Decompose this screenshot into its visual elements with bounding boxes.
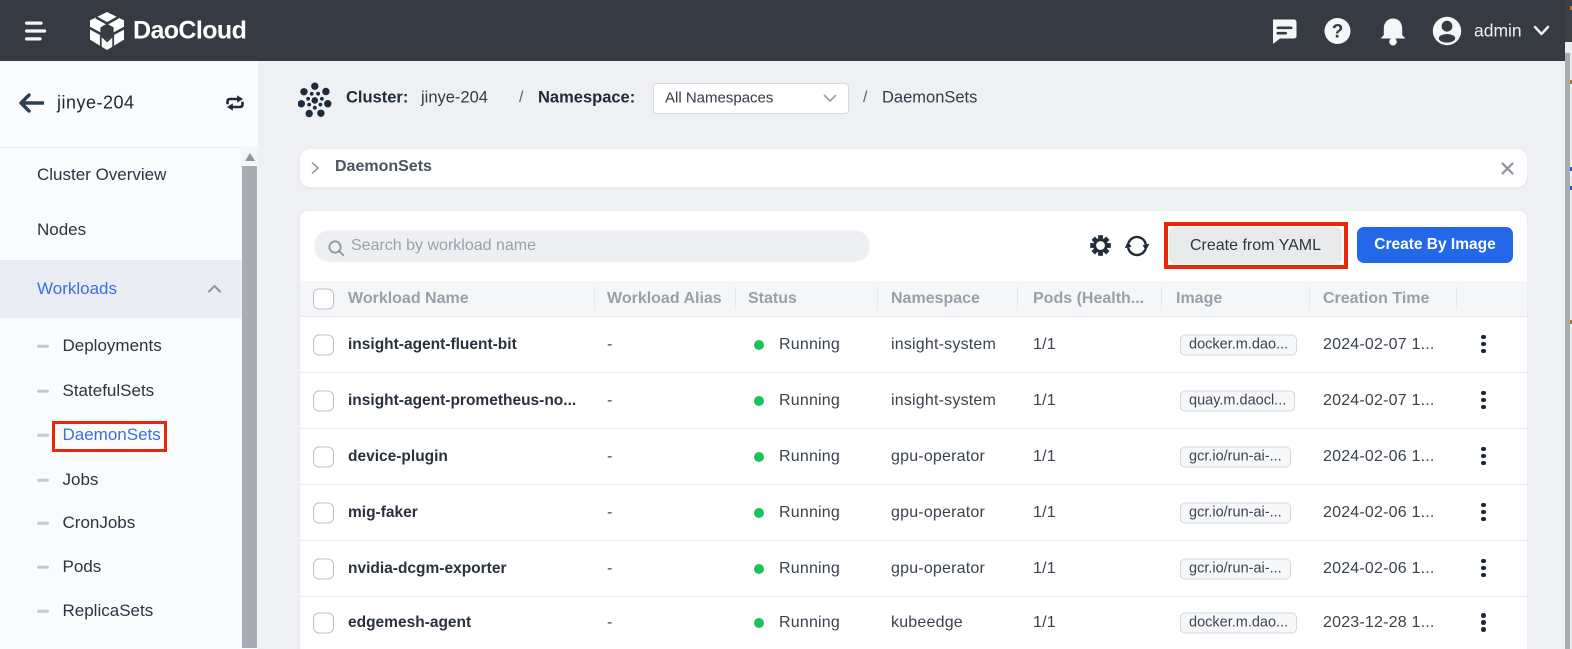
svg-text:?: ? (1332, 21, 1344, 42)
